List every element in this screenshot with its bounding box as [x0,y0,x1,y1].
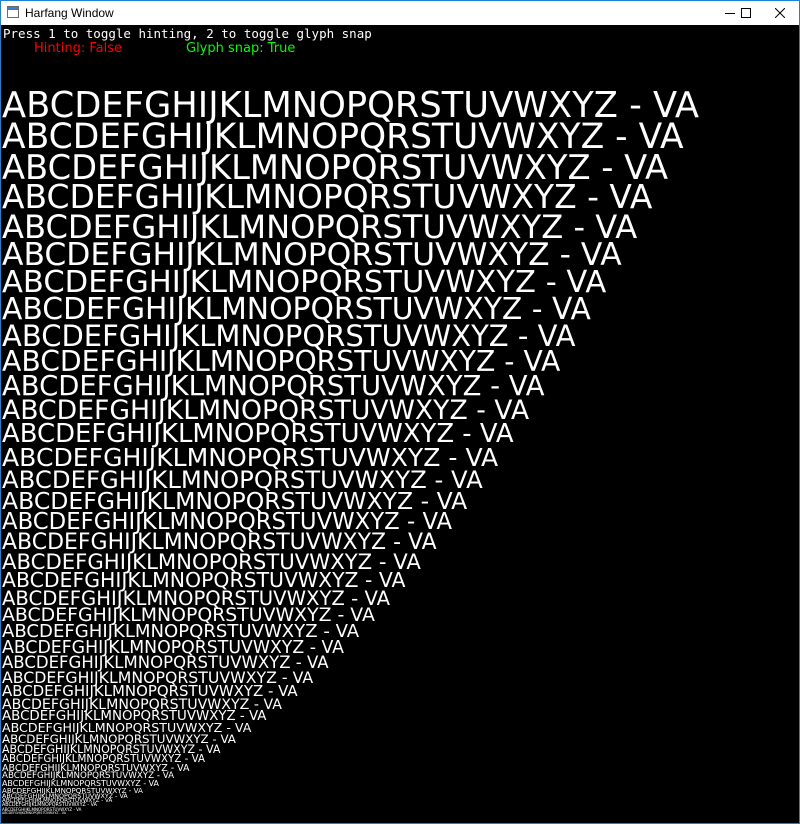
font-sample-line: ABCDEFGHIJKLMNOPQRSTUVWXYZ - VA [2,811,66,816]
glyph-snap-status: Glyph snap: True [186,41,296,56]
window-title: Harfang Window [25,6,114,20]
render-viewport: Press 1 to toggle hinting, 2 to toggle g… [1,25,799,823]
close-button[interactable] [757,1,799,25]
hinting-status: Hinting: False [34,41,122,56]
title-bar[interactable]: Harfang Window [1,1,799,25]
instructions-text: Press 1 to toggle hinting, 2 to toggle g… [3,26,372,41]
app-icon [7,6,19,18]
app-window: Harfang Window Press 1 to toggle hinting… [0,0,800,824]
